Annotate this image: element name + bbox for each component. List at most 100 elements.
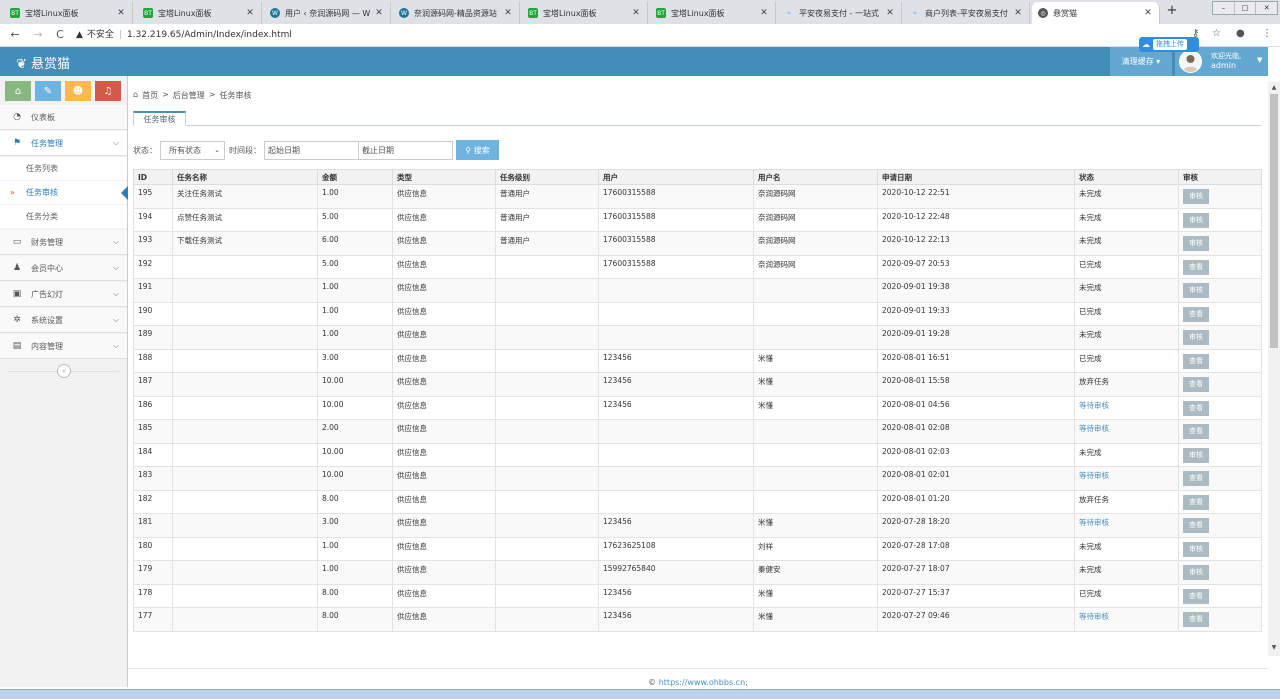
sidebar-item-settings[interactable]: ✲ 系统设置 ⌵ [0, 308, 127, 333]
collapse-sidebar-icon[interactable]: « [57, 364, 71, 378]
view-button[interactable]: 查看 [1183, 400, 1209, 416]
breadcrumb-home[interactable]: 首页 [142, 90, 158, 101]
column-header[interactable]: 金额 [317, 169, 393, 185]
audit-button[interactable]: 审核 [1183, 236, 1209, 251]
new-tab-button[interactable]: + [1164, 3, 1180, 19]
browser-tab[interactable]: BT 宝塔Linux面板 ✕ [4, 2, 133, 24]
scroll-down-icon[interactable]: ▼ [1268, 644, 1280, 651]
view-button[interactable]: 查看 [1183, 471, 1209, 486]
browser-tab[interactable]: ❧ 平安夜易支付 - 一站式 ✕ [778, 2, 902, 24]
cell-date: 2020-07-28 18:20 [877, 513, 1075, 538]
browser-tab[interactable]: W 奈润源码网-精品资源站 ✕ [393, 2, 520, 24]
page-scrollbar[interactable]: ▲ ▼ [1268, 82, 1280, 656]
browser-tab[interactable]: BT 宝塔Linux面板 ✕ [137, 2, 262, 24]
footer-link[interactable]: https://www.ohbbs.cn; [659, 678, 748, 687]
close-icon[interactable]: ✕ [374, 8, 384, 18]
sidebar-item-dashboard[interactable]: ◔ 仪表板 [0, 105, 127, 130]
close-icon[interactable]: ✕ [885, 8, 895, 18]
sidebar-item-content[interactable]: ▤ 内容管理 ⌵ [0, 334, 127, 359]
scroll-up-icon[interactable]: ▲ [1268, 84, 1280, 91]
close-icon[interactable]: ✕ [116, 8, 126, 18]
drag-upload-badge[interactable]: ☁ 拖拽上传 [1139, 37, 1199, 52]
view-button[interactable]: 查看 [1183, 588, 1209, 604]
sidebar-item-task-category[interactable]: 任务分类 [0, 205, 127, 229]
edit-shortcut-button[interactable]: ✎ [35, 81, 61, 101]
menu-icon[interactable]: ⋮ [1262, 28, 1272, 39]
forward-icon[interactable]: → [31, 28, 45, 42]
close-window-button[interactable]: ✕ [1256, 2, 1277, 14]
audit-button[interactable]: 审核 [1183, 565, 1209, 580]
end-date-input[interactable]: 截止日期 [358, 140, 453, 160]
table-row: 185 2.00 供应信息 2020-08-01 02:08 等待审核 查看 [133, 419, 1262, 444]
cell-date: 2020-10-12 22:51 [877, 184, 1075, 209]
column-header[interactable]: 用户 [598, 169, 754, 185]
column-header[interactable]: 类型 [392, 169, 496, 185]
close-icon[interactable]: ✕ [759, 8, 769, 18]
close-icon[interactable]: ✕ [1143, 8, 1153, 18]
cell-date: 2020-08-01 04:56 [877, 395, 1075, 420]
url-field[interactable]: ▲ 不安全 | 1.32.219.65/Admin/Index/index.ht… [76, 27, 1136, 43]
browser-tab[interactable]: W 用户 ‹ 奈润源码网 — W ✕ [264, 2, 391, 24]
close-icon[interactable]: ✕ [503, 8, 513, 18]
column-header[interactable]: 状态 [1074, 169, 1179, 185]
view-button[interactable]: 查看 [1183, 494, 1209, 510]
bell-shortcut-button[interactable]: ♫ [95, 81, 121, 101]
column-header[interactable]: 用户名 [753, 169, 878, 185]
tab-task-audit[interactable]: 任务审核 [133, 111, 186, 126]
status-select[interactable]: 所有状态 ⌄ [160, 140, 225, 160]
sidebar-item-finance[interactable]: ▭ 财务管理 ⌵ [0, 230, 127, 255]
cell-username: 奈润源码网 [753, 184, 878, 209]
view-button[interactable]: 查看 [1183, 306, 1209, 322]
reload-icon[interactable]: C [53, 28, 67, 42]
sidebar-item-members[interactable]: ♟ 会员中心 ⌵ [0, 256, 127, 281]
browser-tab[interactable]: ❧ 商户列表-平安夜易支付 ✕ [904, 2, 1030, 24]
cell-id: 181 [133, 513, 173, 538]
view-button[interactable]: 查看 [1183, 353, 1209, 369]
maximize-button[interactable]: □ [1235, 2, 1257, 14]
view-button[interactable]: 查看 [1183, 259, 1209, 275]
sidebar-item-task-list[interactable]: 任务列表 [0, 157, 127, 181]
sidebar-item-task-management[interactable]: ⚑ 任务管理 ⌵ [0, 131, 127, 156]
view-button[interactable]: 查看 [1183, 424, 1209, 439]
sidebar-item-ads[interactable]: ▣ 广告幻灯 ⌵ [0, 282, 127, 307]
search-button[interactable]: ⚲ 搜索 [456, 140, 499, 160]
start-date-input[interactable]: 起始日期 [264, 140, 359, 160]
column-header[interactable]: ID [133, 169, 173, 185]
cell-status: 等待审核 [1074, 513, 1179, 538]
close-icon[interactable]: ✕ [1013, 8, 1023, 18]
cell-date: 2020-07-27 15:37 [877, 583, 1075, 608]
users-shortcut-button[interactable]: ☻ [65, 81, 91, 101]
close-icon[interactable]: ✕ [631, 8, 641, 18]
column-header[interactable]: 审核 [1178, 169, 1262, 185]
view-button[interactable]: 查看 [1183, 377, 1209, 392]
scroll-thumb[interactable] [1270, 94, 1278, 348]
brand[interactable]: ❦ 悬赏猫 [16, 53, 70, 72]
audit-button[interactable]: 审核 [1183, 283, 1209, 298]
cell-username: 米懂 [753, 372, 878, 397]
audit-button[interactable]: 审核 [1183, 541, 1209, 557]
column-header[interactable]: 申请日期 [877, 169, 1075, 185]
close-icon[interactable]: ✕ [245, 8, 255, 18]
audit-button[interactable]: 审核 [1183, 330, 1209, 345]
home-shortcut-button[interactable]: ⌂ [5, 81, 31, 101]
view-button[interactable]: 查看 [1183, 612, 1209, 627]
browser-tab-active[interactable]: ◎ 悬赏猫 ✕ [1032, 2, 1160, 24]
cell-action: 审核 [1178, 442, 1262, 467]
column-header[interactable]: 任务名称 [172, 169, 318, 185]
cell-action: 审核 [1178, 278, 1262, 303]
view-button[interactable]: 查看 [1183, 518, 1209, 533]
browser-tab[interactable]: BT 宝塔Linux面板 ✕ [522, 2, 648, 24]
chevron-down-icon: ⌄ [214, 146, 220, 154]
audit-button[interactable]: 审核 [1183, 447, 1209, 463]
audit-button[interactable]: 审核 [1183, 212, 1209, 228]
audit-button[interactable]: 审核 [1183, 189, 1209, 204]
breadcrumb-parent[interactable]: 后台管理 [173, 90, 205, 101]
star-icon[interactable]: ☆ [1212, 28, 1221, 39]
minimize-button[interactable]: – [1213, 2, 1235, 14]
browser-tab[interactable]: BT 宝塔Linux面板 ✕ [650, 2, 776, 24]
table-row: 194 点赞任务测试 5.00 供应信息 普通用户 17600315588 奈润源码网 202… [133, 207, 1262, 232]
back-icon[interactable]: ← [8, 28, 22, 42]
sidebar-item-task-audit[interactable]: » 任务审核 [0, 181, 128, 205]
profile-icon[interactable]: ● [1236, 28, 1245, 39]
column-header[interactable]: 任务级别 [495, 169, 599, 185]
